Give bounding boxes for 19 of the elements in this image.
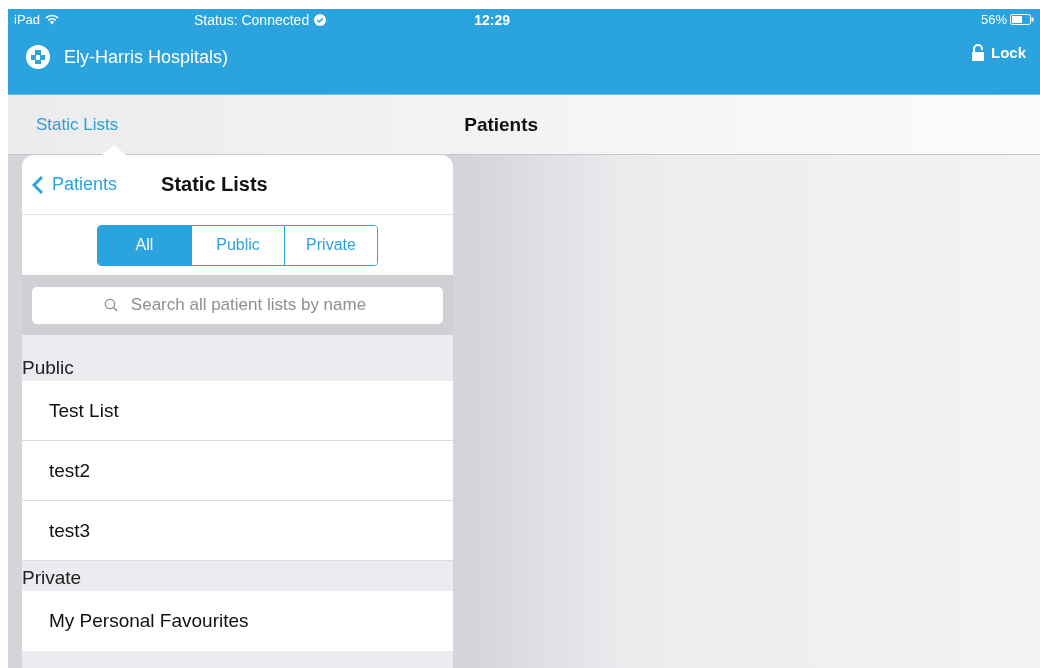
list-item[interactable]: test2: [22, 441, 453, 501]
segment-tab[interactable]: Private: [284, 225, 377, 265]
lock-button[interactable]: Lock: [971, 43, 1026, 61]
connection-status: Status: Connected: [194, 11, 310, 28]
hospital-name: Ely-Harris Hospitals): [64, 46, 229, 68]
search-field[interactable]: Search all patient lists by name: [32, 286, 443, 324]
battery-percent: 56%: [980, 12, 1007, 27]
list-item[interactable]: Test List: [22, 381, 453, 441]
list-item[interactable]: test3: [22, 501, 453, 561]
section-header: Private: [22, 567, 82, 589]
segment-tab[interactable]: All: [98, 225, 191, 265]
back-button[interactable]: Patients: [32, 174, 118, 195]
section-header: Public: [22, 357, 74, 379]
device-name: iPad: [14, 12, 41, 27]
list-item[interactable]: My Personal Favourites: [22, 591, 453, 651]
static-lists-button[interactable]: Static Lists: [36, 114, 119, 135]
popover-title: Static Lists: [161, 173, 268, 196]
nav-title: Patients: [464, 113, 539, 136]
clock-time: 12:29: [474, 11, 510, 28]
